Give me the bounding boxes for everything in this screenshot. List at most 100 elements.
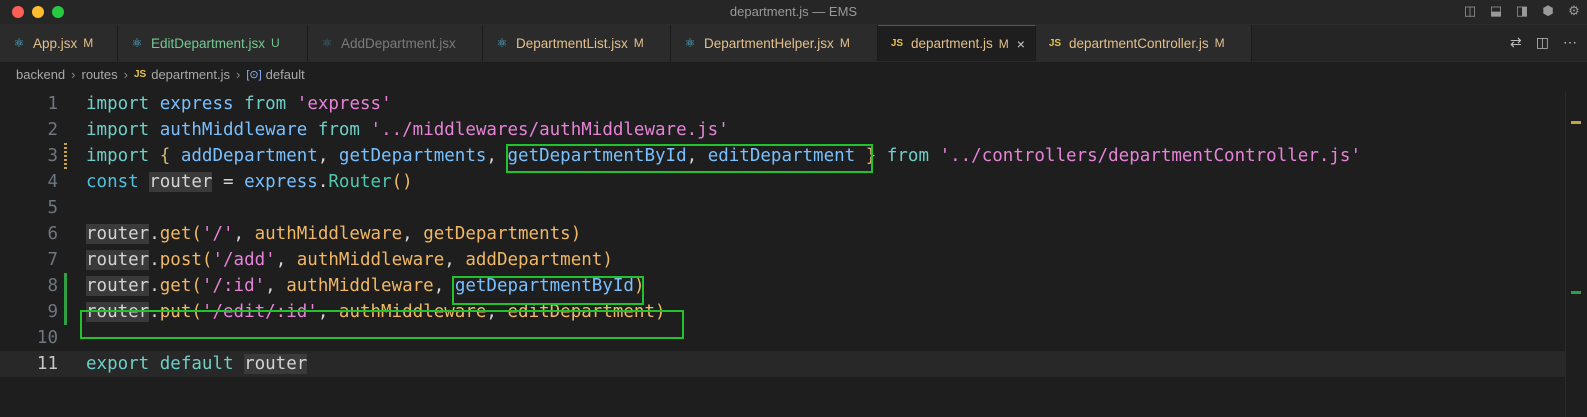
split-editor-icon[interactable]: ◫ (1536, 34, 1549, 51)
code-line[interactable]: 1 import express from 'express' (0, 91, 1566, 117)
tab-label: DepartmentHelper.jsx (704, 35, 834, 51)
code-token: import (86, 94, 150, 114)
code-token: { (159, 146, 171, 166)
layout-controls: ◫ ⬓ ◨ ⬢ ⚙ (1463, 4, 1581, 18)
breadcrumb-item-routes[interactable]: routes (82, 67, 118, 82)
code-line[interactable]: 5 (0, 195, 1566, 221)
react-icon: ⚛ (684, 36, 696, 50)
minimap-change-marker (1571, 291, 1581, 294)
tab-department-js[interactable]: JS department.js M × (878, 25, 1036, 61)
line-number: 2 (47, 120, 58, 140)
code-token: , (486, 146, 508, 166)
line-number: 3 (47, 146, 58, 166)
code-token: 'express' (296, 94, 392, 114)
line-number: 4 (47, 172, 58, 192)
code-token: get (159, 276, 192, 296)
breadcrumb-item-symbol[interactable]: default (266, 67, 305, 82)
code-token: authMiddleware (159, 120, 308, 140)
chevron-right-icon: › (235, 67, 241, 82)
code-token: post (159, 250, 202, 270)
code-text: router.post('/add', authMiddleware, addD… (86, 247, 613, 273)
code-line[interactable]: 11 export default router (0, 351, 1566, 377)
close-tab-icon[interactable]: × (1017, 36, 1025, 52)
code-token: = (212, 172, 245, 192)
annotation-box-put-route (80, 310, 684, 339)
code-token: authMiddleware (254, 224, 403, 244)
annotation-box-get-by-id (452, 276, 644, 305)
tab-label: EditDepartment.jsx (151, 35, 266, 51)
tab-app-jsx[interactable]: ⚛ App.jsx M (0, 25, 118, 61)
code-token: default (159, 354, 234, 374)
tab-departmentlist-jsx[interactable]: ⚛ DepartmentList.jsx M (483, 25, 671, 61)
tab-departmenthelper-jsx[interactable]: ⚛ DepartmentHelper.jsx M (671, 25, 878, 61)
breadcrumb: backend › routes › JS department.js › [⊙… (16, 67, 305, 82)
code-token: , (317, 146, 339, 166)
code-text: const router = express.Router() (86, 169, 413, 195)
code-token: . (317, 172, 329, 192)
code-line[interactable]: 2 import authMiddleware from '../middlewa… (0, 117, 1566, 143)
minimap[interactable] (1565, 91, 1587, 417)
toggle-panel-icon[interactable]: ⬓ (1489, 4, 1503, 18)
tab-label: department.js (911, 36, 993, 51)
tab-adddepartment-jsx[interactable]: ⚛ AddDepartment.jsx (308, 25, 483, 61)
code-token: '/add' (212, 250, 276, 270)
code-line[interactable]: 7 router.post('/add', authMiddleware, add… (0, 247, 1566, 273)
line-number: 10 (36, 328, 58, 348)
code-token: authMiddleware (296, 250, 445, 270)
code-token: . (149, 276, 160, 296)
code-editor[interactable]: 1 import express from 'express' 2 import au… (0, 91, 1587, 417)
modified-badge: M (83, 36, 94, 50)
code-token: ( (191, 276, 202, 296)
modified-badge: M (998, 36, 1009, 51)
code-token: from (317, 120, 360, 140)
tab-editdepartment-jsx[interactable]: ⚛ EditDepartment.jsx U (118, 25, 308, 61)
code-token: , (402, 224, 424, 244)
code-text: import express from 'express' (86, 91, 392, 117)
untracked-badge: U (271, 36, 280, 50)
code-line[interactable]: 6 router.get('/', authMiddleware, getDepa… (0, 221, 1566, 247)
code-token: () (391, 172, 413, 192)
toggle-primary-sidebar-icon[interactable]: ◫ (1463, 4, 1477, 18)
toggle-secondary-sidebar-icon[interactable]: ◨ (1515, 4, 1529, 18)
more-actions-icon[interactable]: ⋯ (1563, 34, 1577, 51)
code-token: express (244, 172, 318, 192)
tab-label: DepartmentList.jsx (516, 35, 628, 51)
code-token: ) (602, 250, 613, 270)
code-token: Router (328, 172, 392, 192)
compare-changes-icon[interactable]: ⇄ (1510, 34, 1522, 51)
code-token: export (86, 354, 150, 374)
code-token: '/:id' (201, 276, 266, 296)
settings-gear-icon[interactable]: ⚙ (1567, 4, 1581, 18)
breadcrumb-item-backend[interactable]: backend (16, 67, 65, 82)
modified-badge: M (633, 36, 644, 50)
code-token: , (233, 224, 255, 244)
added-line-marker (64, 273, 67, 299)
title-bar: department.js — EMS ◫ ⬓ ◨ ⬢ ⚙ (0, 0, 1587, 25)
code-token: '/' (201, 224, 234, 244)
code-line[interactable]: 8 router.get('/:id', authMiddleware, getD… (0, 273, 1566, 299)
code-token: router (86, 276, 150, 296)
code-token: addDepartment (180, 146, 318, 166)
code-token: import (86, 120, 150, 140)
code-token: addDepartment (465, 250, 603, 270)
code-text: export default router (86, 351, 308, 377)
js-icon: JS (1048, 37, 1062, 49)
breadcrumb-item-file[interactable]: department.js (151, 67, 230, 82)
code-token: router (86, 250, 150, 270)
tab-departmentcontroller-js[interactable]: JS departmentController.js M (1036, 25, 1252, 61)
code-token: router (149, 172, 213, 192)
extension-cube-icon[interactable]: ⬢ (1541, 4, 1555, 18)
code-token: ( (201, 250, 213, 270)
code-token: from (886, 146, 930, 166)
line-number: 9 (47, 302, 58, 322)
js-icon: JS (133, 69, 147, 80)
line-number: 8 (47, 276, 58, 296)
modified-badge: M (1214, 36, 1225, 50)
